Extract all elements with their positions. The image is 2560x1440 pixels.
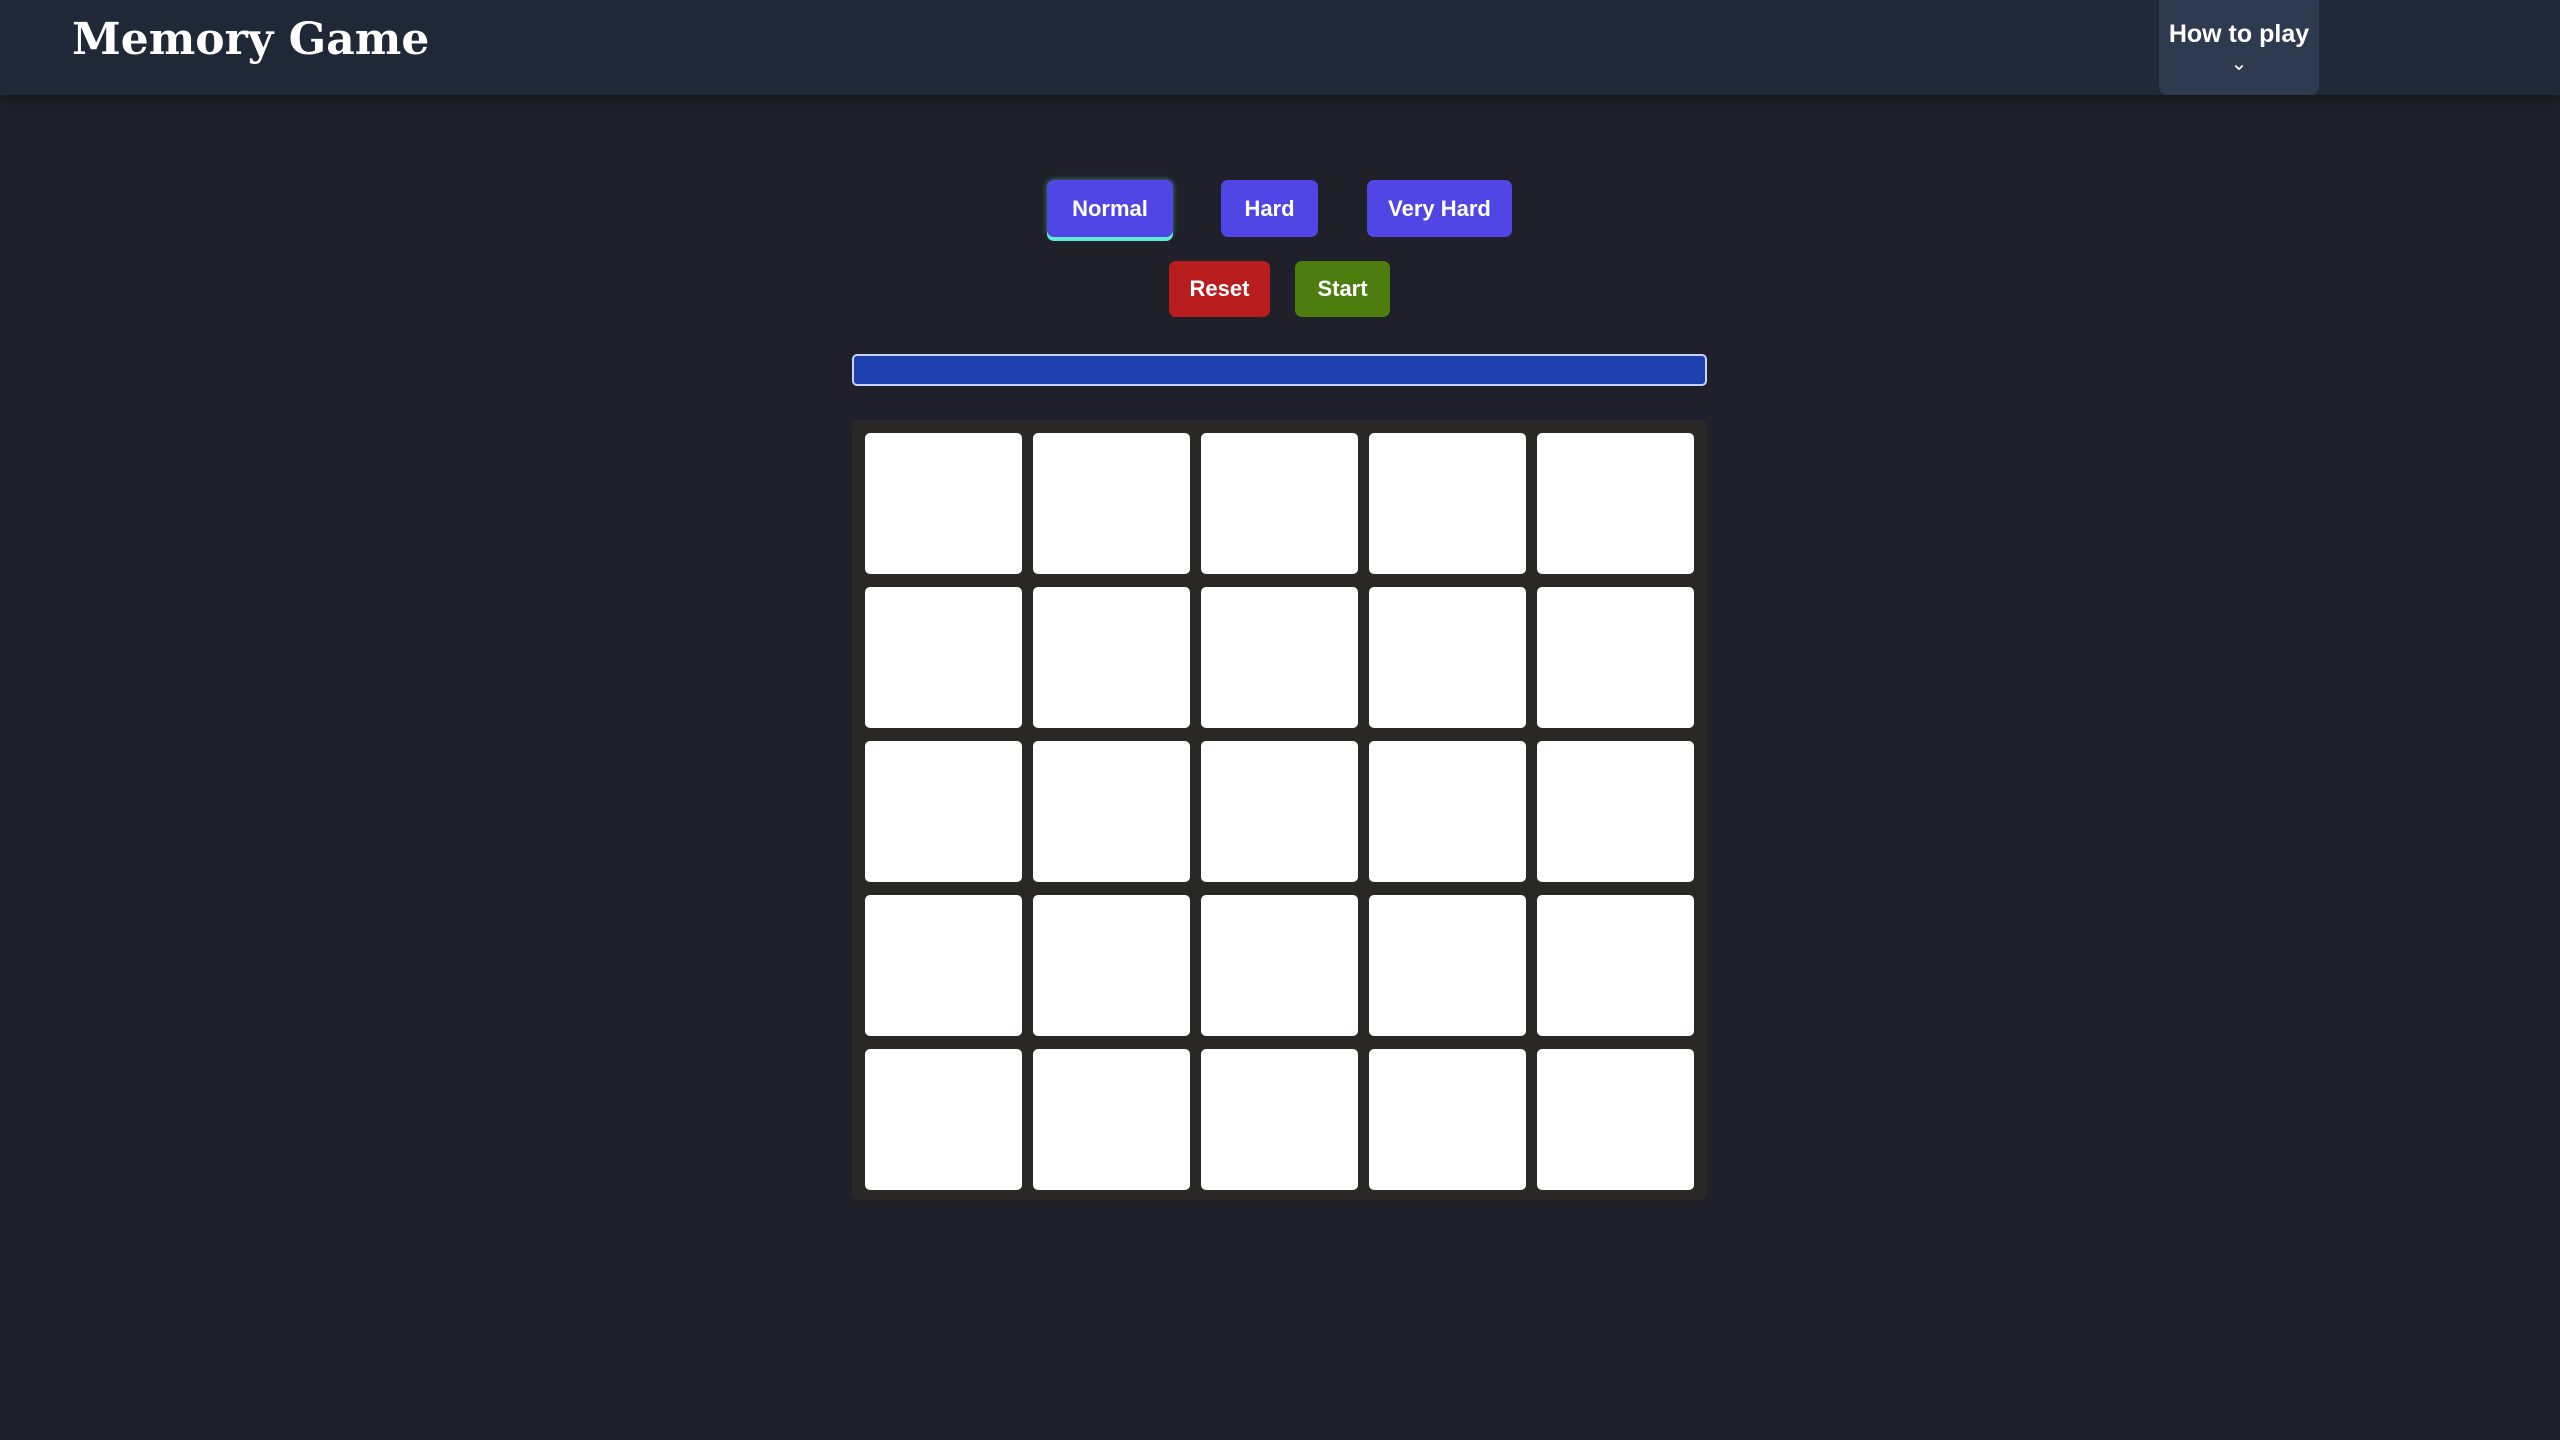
difficulty-normal-button[interactable]: Normal [1047, 180, 1173, 237]
how-to-play-button[interactable]: How to play ⌄ [2159, 0, 2319, 95]
memory-card[interactable] [1201, 433, 1358, 574]
card-grid [852, 420, 1707, 1200]
memory-card[interactable] [865, 587, 1022, 728]
how-to-play-label: How to play [2168, 20, 2310, 48]
memory-card[interactable] [865, 741, 1022, 882]
header: Memory Game How to play ⌄ [0, 0, 2560, 95]
memory-card[interactable] [1537, 741, 1694, 882]
memory-card[interactable] [865, 433, 1022, 574]
memory-card[interactable] [1201, 741, 1358, 882]
memory-card[interactable] [1369, 741, 1526, 882]
reset-button[interactable]: Reset [1169, 261, 1270, 317]
memory-card[interactable] [1369, 587, 1526, 728]
start-button[interactable]: Start [1295, 261, 1390, 317]
memory-card[interactable] [1537, 1049, 1694, 1190]
memory-card[interactable] [1033, 587, 1190, 728]
difficulty-hard-button[interactable]: Hard [1221, 180, 1318, 237]
memory-card[interactable] [1201, 587, 1358, 728]
memory-card[interactable] [1537, 587, 1694, 728]
difficulty-very-hard-button[interactable]: Very Hard [1367, 180, 1512, 237]
chevron-down-icon: ⌄ [2230, 53, 2248, 75]
memory-card[interactable] [1033, 433, 1190, 574]
memory-card[interactable] [1369, 895, 1526, 1036]
memory-card[interactable] [1033, 895, 1190, 1036]
memory-card[interactable] [865, 895, 1022, 1036]
memory-card[interactable] [1201, 895, 1358, 1036]
page-title: Memory Game [72, 14, 430, 65]
memory-card[interactable] [865, 1049, 1022, 1190]
memory-card[interactable] [1369, 1049, 1526, 1190]
memory-card[interactable] [1033, 741, 1190, 882]
memory-card[interactable] [1201, 1049, 1358, 1190]
memory-card[interactable] [1033, 1049, 1190, 1190]
timer-progress-bar [852, 354, 1707, 386]
memory-card[interactable] [1369, 433, 1526, 574]
memory-card[interactable] [1537, 895, 1694, 1036]
memory-card[interactable] [1537, 433, 1694, 574]
